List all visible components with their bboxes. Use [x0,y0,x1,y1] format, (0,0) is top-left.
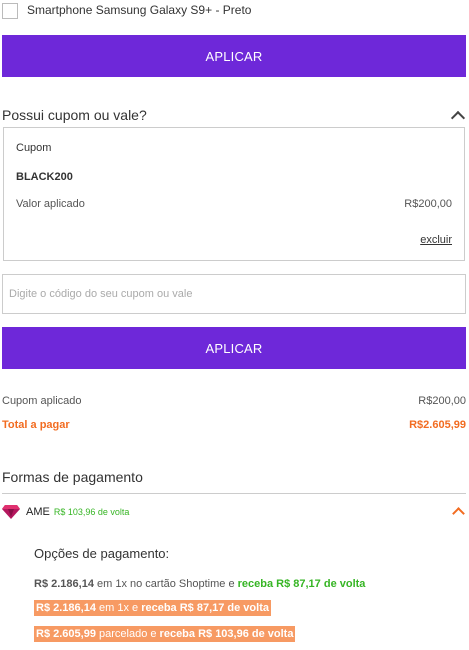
product-label: Smartphone Samsung Galaxy S9+ - Preto [27,3,252,17]
payment-option-shoptime[interactable]: R$ 2.186,14 em 1x no cartão Shoptime e r… [34,578,365,590]
apply-button-top[interactable]: APLICAR [2,35,466,77]
summary-total-row: Total a pagar R$2.605,99 [2,419,466,431]
payment-option-1x[interactable]: R$ 2.186,14 em 1x e receba R$ 87,17 de v… [34,600,271,616]
coupon-code-input[interactable] [2,274,466,314]
payment-method-ame[interactable]: AME R$ 103,96 de volta [2,503,466,521]
option-bonus: receba R$ 103,96 de volta [159,628,294,640]
payment-divider [2,493,466,494]
option-amount: R$ 2.186,14 [34,578,94,590]
option-text: em 1x e [95,602,142,614]
option-amount: R$ 2.605,99 [36,628,96,640]
option-bonus: receba R$ 87,17 de volta [237,578,366,590]
remove-coupon-link[interactable]: excluir [420,234,452,246]
payment-option-parcelado[interactable]: R$ 2.605,99 parcelado e receba R$ 103,96… [34,626,296,642]
ame-cashback: R$ 103,96 de volta [53,507,130,517]
product-checkbox[interactable] [2,3,18,19]
apply-coupon-button[interactable]: APLICAR [2,327,466,369]
ame-method-name: AME [26,506,50,518]
ame-gem-icon [2,505,20,519]
summary-total-label: Total a pagar [2,419,70,431]
payment-options-title: Opções de pagamento: [34,546,170,561]
summary-total-value: R$2.605,99 [409,419,466,431]
coupon-code: BLACK200 [16,171,73,183]
applied-coupon-card: Cupom BLACK200 Valor aplicado R$200,00 e… [3,127,465,261]
chevron-up-icon[interactable] [450,110,466,126]
valor-aplicado-value: R$200,00 [404,198,452,210]
summary-coupon-label: Cupom aplicado [2,395,82,407]
option-amount: R$ 2.186,14 [36,602,96,614]
chevron-up-icon[interactable] [452,507,465,520]
summary-coupon-row: Cupom aplicado R$200,00 [2,395,466,407]
coupon-section-header[interactable]: Possui cupom ou vale? [2,104,466,126]
summary-coupon-value: R$200,00 [418,395,466,407]
option-text: em 1x no cartão Shoptime e [93,578,238,590]
payment-methods-title: Formas de pagamento [2,469,143,485]
coupon-section-title: Possui cupom ou vale? [2,107,147,123]
valor-aplicado-label: Valor aplicado [16,198,85,210]
product-checkbox-row[interactable]: Smartphone Samsung Galaxy S9+ - Preto [2,0,251,20]
option-bonus: receba R$ 87,17 de volta [141,602,269,614]
coupon-box-label: Cupom [16,142,52,154]
option-text: parcelado e [95,628,160,640]
